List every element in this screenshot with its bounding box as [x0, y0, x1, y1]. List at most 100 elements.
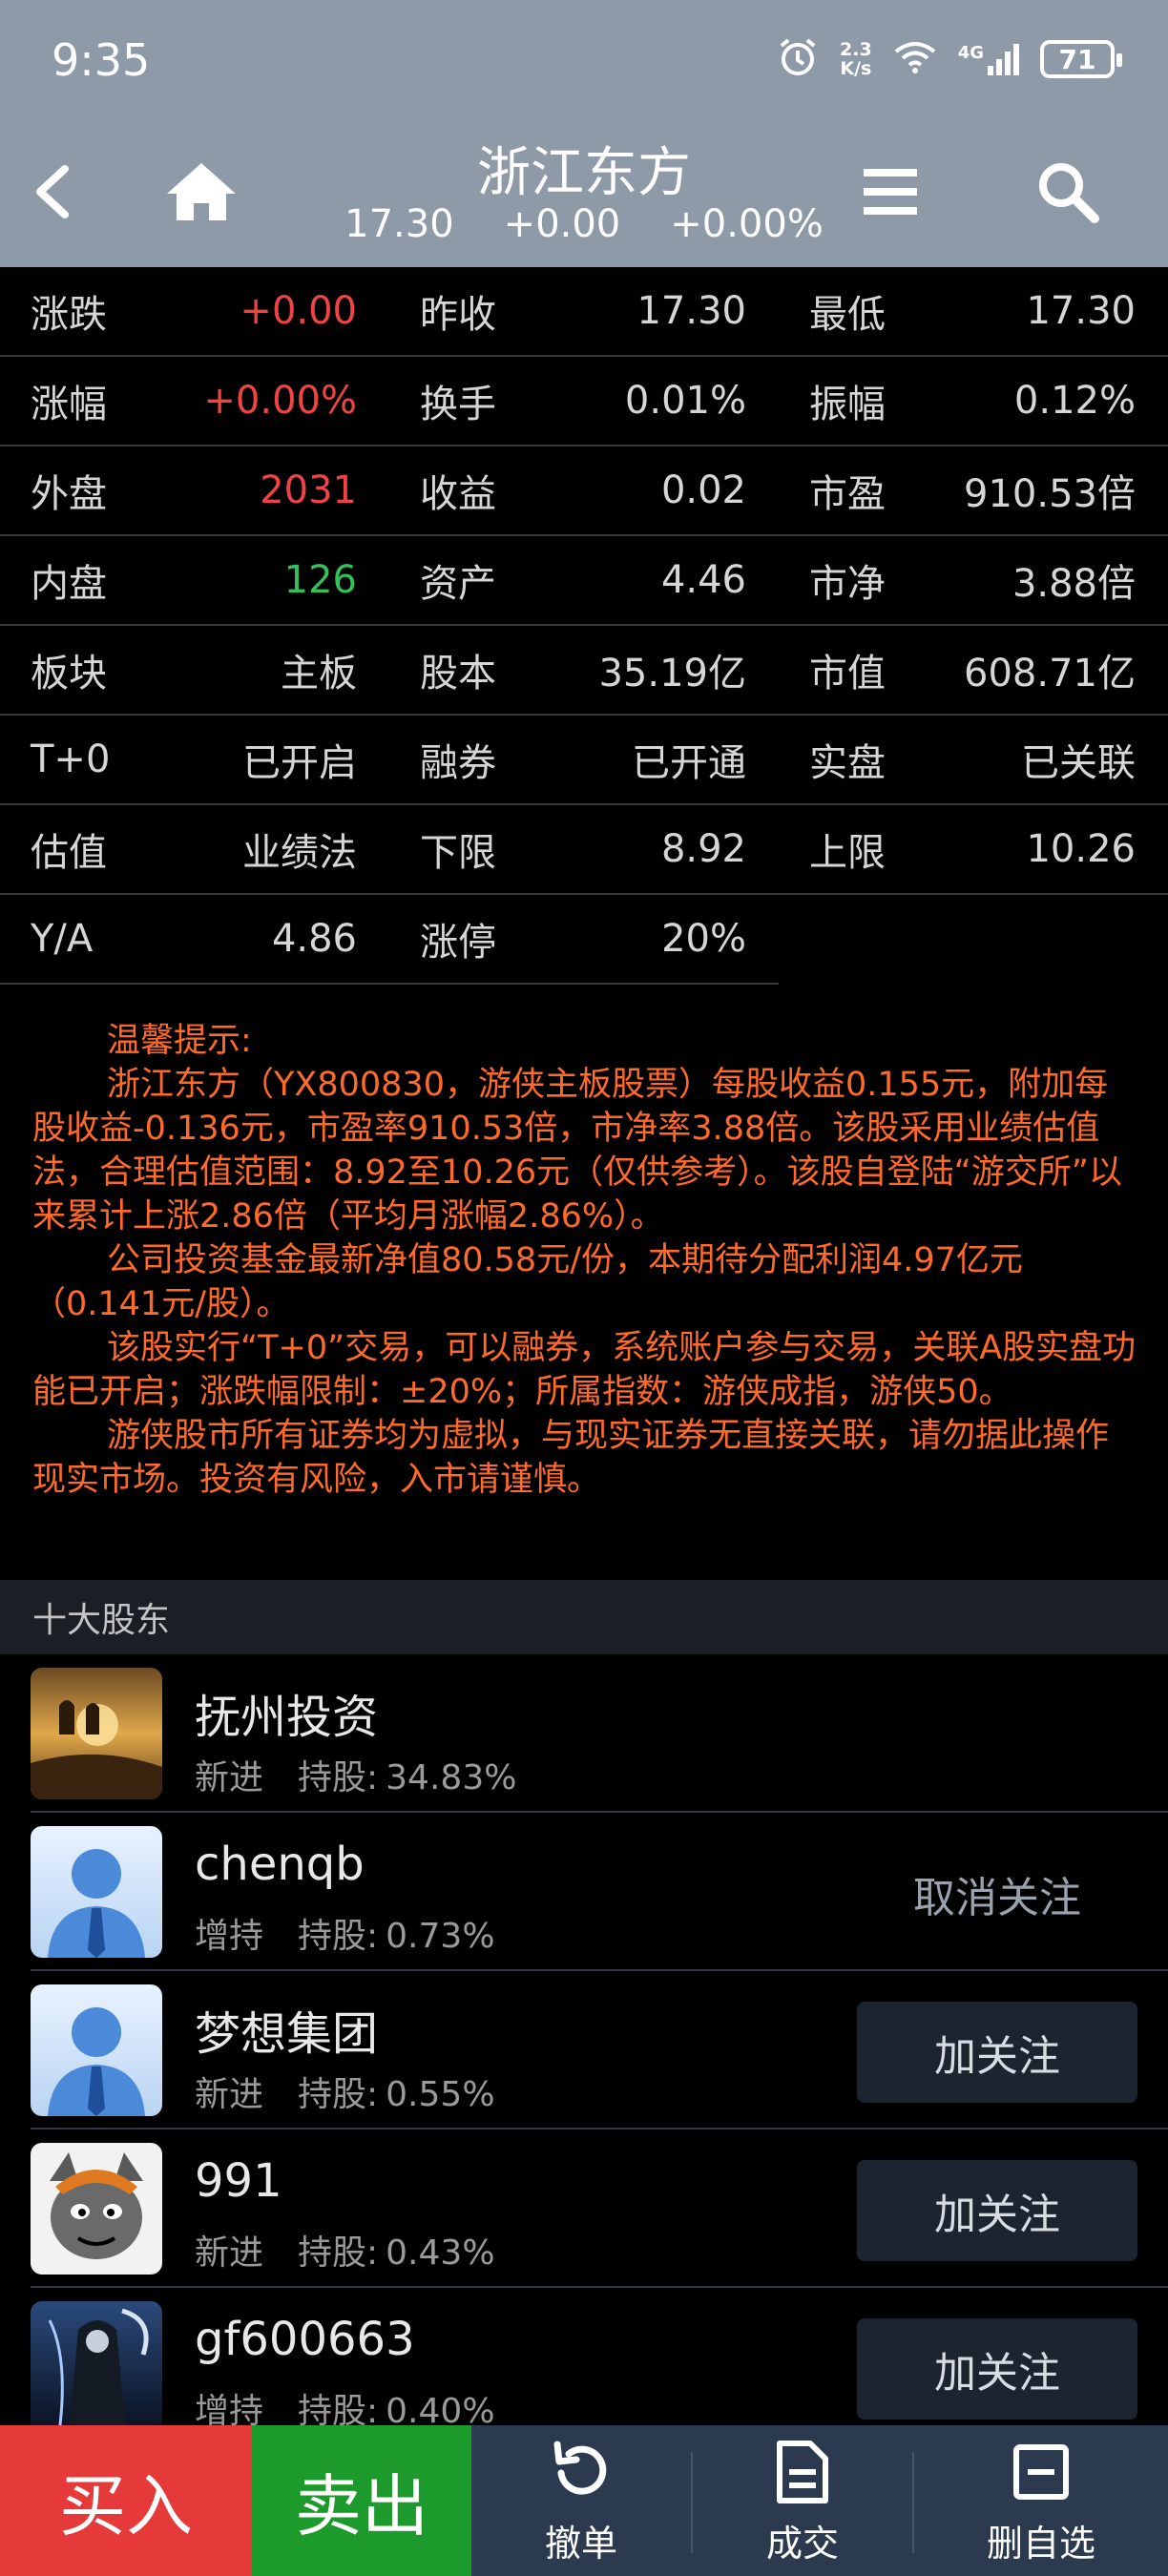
menu-icon[interactable]	[847, 149, 933, 235]
signal-icon: 4G	[958, 43, 1019, 75]
remove-watchlist-button[interactable]: 删自选	[914, 2425, 1168, 2576]
info-label: 融券	[420, 741, 496, 785]
shareholder-row[interactable]: 抚州投资新进 持股: 34.83%	[31, 1654, 1168, 1813]
info-value: 910.53倍	[964, 472, 1136, 516]
info-value: 已开通	[632, 741, 746, 785]
cancel-order-button[interactable]: 撤单	[471, 2425, 691, 2576]
shareholder-name: 抚州投资	[195, 1691, 379, 1744]
shareholder-name: gf600663	[195, 2313, 415, 2366]
info-row: 板块 主板 股本 35.19亿 市值 608.71亿	[0, 626, 1168, 716]
info-value: +0.00	[240, 289, 357, 333]
info-value: 608.71亿	[964, 652, 1136, 696]
follow-button[interactable]: 加关注	[857, 2160, 1137, 2261]
shareholder-detail: 新进 持股: 0.55%	[195, 2067, 530, 2116]
deals-button[interactable]: 成交	[693, 2425, 912, 2576]
holding-status: 增持	[195, 2392, 264, 2425]
info-value: 20%	[661, 917, 746, 961]
unfollow-button[interactable]: 取消关注	[857, 1843, 1137, 1944]
info-row: 内盘 126 资产 4.46 市净 3.88倍	[0, 536, 1168, 626]
info-value: 已开启	[242, 741, 357, 785]
deals-label: 成交	[765, 2522, 839, 2565]
info-value: 3.88倍	[1012, 562, 1136, 606]
info-label: 资产	[420, 562, 496, 606]
shareholder-detail: 增持 持股: 0.40%	[195, 2383, 530, 2425]
holding-label: 持股:	[298, 2392, 379, 2425]
battery-level: 71	[1058, 43, 1096, 75]
bottom-trade-bar: 买入 卖出 撤单 成交 删自选	[0, 2425, 1168, 2576]
follow-button[interactable]: 加关注	[857, 2002, 1137, 2103]
alarm-icon	[777, 36, 819, 82]
info-value: 10.26	[1026, 827, 1136, 871]
holding-status: 新进	[195, 2075, 264, 2114]
info-value: 业绩法	[242, 831, 357, 875]
info-value: 0.12%	[1013, 379, 1136, 423]
shareholders-header: 十大股东	[0, 1580, 1168, 1654]
info-row: 外盘 2031 收益 0.02 市盈 910.53倍	[0, 447, 1168, 536]
net-speed: 2.3 K/s	[840, 39, 872, 79]
info-label: T+0	[31, 737, 111, 781]
cancel-order-label: 撤单	[544, 2522, 617, 2565]
info-label: 最低	[809, 293, 886, 337]
info-label: 内盘	[31, 562, 107, 606]
holding-label: 持股:	[298, 2075, 379, 2114]
avatar[interactable]	[31, 1668, 162, 1799]
info-label: 市盈	[809, 472, 886, 516]
sell-button[interactable]: 卖出	[252, 2425, 471, 2576]
info-label: 收益	[420, 472, 496, 516]
info-label: 市净	[809, 562, 886, 606]
shareholder-row[interactable]: 梦想集团新进 持股: 0.55% 加关注	[31, 1971, 1168, 2129]
stock-price: 17.30	[344, 202, 454, 246]
search-icon[interactable]	[1025, 149, 1111, 235]
info-label: 估值	[31, 831, 107, 875]
shareholder-detail: 增持 持股: 0.73%	[195, 1908, 530, 1958]
stock-quote: 17.30 +0.00 +0.00%	[0, 202, 1168, 246]
avatar[interactable]	[31, 2143, 162, 2275]
shareholder-detail: 新进 持股: 34.83%	[195, 1750, 551, 1799]
holding-label: 持股:	[298, 2233, 379, 2273]
holding-status: 增持	[195, 1917, 264, 1956]
shareholder-row[interactable]: 991 新进 持股: 0.43% 加关注	[31, 2129, 1168, 2288]
holding-status: 新进	[195, 2233, 264, 2273]
info-label: 换手	[420, 383, 496, 426]
buy-button[interactable]: 买入	[0, 2425, 252, 2576]
app-header: 浙江东方 17.30 +0.00 +0.00%	[0, 122, 1168, 267]
notice-paragraph: 公司投资基金最新净值80.58元/份，本期待分配利润4.97亿元（0.141元/…	[32, 1241, 1023, 1323]
info-label: 下限	[420, 831, 496, 875]
avatar[interactable]	[31, 2301, 162, 2425]
shareholders-title: 十大股东	[32, 1601, 171, 1640]
stock-change: +0.00	[503, 202, 621, 246]
info-row: 估值 业绩法 下限 8.92 上限 10.26	[0, 805, 1168, 895]
status-bar: 9:35 2.3 K/s 4G 71	[0, 0, 1168, 122]
info-value: 4.86	[271, 917, 357, 961]
document-icon	[776, 2436, 829, 2508]
notice-paragraph: 游侠股市所有证券均为虚拟，与现实证券无直接关联，请勿据此操作现实市场。投资有风险…	[32, 1417, 1110, 1499]
info-label: 昨收	[420, 293, 496, 337]
info-label: 市值	[809, 652, 886, 696]
info-row: Y/A 4.86 涨停 20%	[0, 895, 779, 985]
info-label: 上限	[809, 831, 886, 875]
info-row: 涨跌 +0.00 昨收 17.30 最低 17.30	[0, 267, 1168, 357]
shareholder-row[interactable]: gf600663 增持 持股: 0.40% 加关注	[31, 2288, 1168, 2425]
holding-share: 34.83%	[386, 1758, 517, 1797]
info-value: 0.01%	[624, 379, 746, 423]
undo-icon	[548, 2436, 615, 2508]
info-value: 0.02	[660, 468, 746, 512]
holding-label: 持股:	[298, 1917, 379, 1956]
notice-heading: 温馨提示:	[107, 1022, 252, 1060]
info-row: T+0 已开启 融券 已开通 实盘 已关联	[0, 716, 1168, 805]
avatar[interactable]	[31, 1984, 162, 2116]
info-label: 涨跌	[31, 293, 107, 337]
wifi-icon	[893, 40, 937, 78]
shareholder-row[interactable]: chenqb 增持 持股: 0.73% 取消关注	[31, 1813, 1168, 1971]
shareholder-name: 梦想集团	[195, 2007, 379, 2061]
info-label: Y/A	[31, 917, 94, 961]
info-value: 2031	[260, 468, 357, 512]
shareholder-name: 991	[195, 2154, 282, 2208]
status-icons: 2.3 K/s 4G 71	[777, 32, 1122, 86]
info-label: 实盘	[809, 741, 886, 785]
info-value: 4.46	[660, 558, 746, 602]
follow-button[interactable]: 加关注	[857, 2318, 1137, 2420]
battery-icon: 71	[1040, 40, 1122, 78]
avatar[interactable]	[31, 1826, 162, 1958]
info-label: 振幅	[809, 383, 886, 426]
